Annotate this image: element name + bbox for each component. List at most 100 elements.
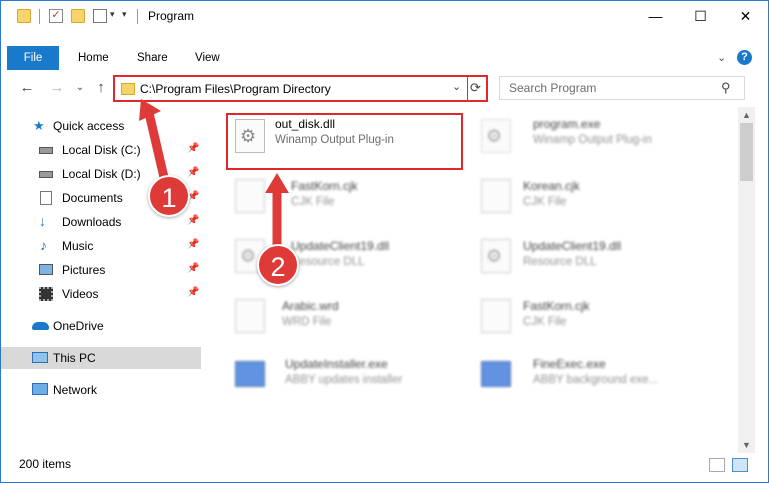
up-button[interactable]: ↑ xyxy=(91,77,111,99)
file-item[interactable]: program.exe Winamp Output Plug-in xyxy=(473,111,713,159)
sidebar-item-local-disk-c[interactable]: Local Disk (C:) 📌 xyxy=(1,139,201,161)
tab-file[interactable]: File xyxy=(7,46,59,70)
file-icon xyxy=(481,299,511,333)
address-path[interactable]: C:\Program Files\Program Directory xyxy=(140,82,331,96)
cloud-icon xyxy=(32,322,49,330)
address-bar[interactable]: C:\Program Files\Program Directory ⌄ ⟳ xyxy=(113,75,488,102)
help-icon[interactable]: ? xyxy=(737,50,752,65)
title-bar: ✓ ▾ ▾ Program — ☐ ✕ xyxy=(1,1,768,32)
vertical-scrollbar[interactable]: ▲ ▼ xyxy=(738,107,755,453)
back-button[interactable]: ← xyxy=(17,77,37,99)
pin-icon[interactable]: 📌 xyxy=(187,167,199,178)
dll-file-icon xyxy=(481,239,511,273)
drive-icon xyxy=(39,171,53,178)
expand-ribbon-icon[interactable]: ⌄ xyxy=(717,51,726,64)
new-folder-icon[interactable] xyxy=(71,9,85,23)
file-name: Arabic.wrd xyxy=(282,299,339,313)
search-icon[interactable]: ⚲ xyxy=(721,80,731,96)
tab-home[interactable]: Home xyxy=(78,46,109,70)
sidebar-item-label: Pictures xyxy=(62,263,106,277)
highlight-box xyxy=(226,113,463,170)
customize-toolbar-icon[interactable]: ▾ xyxy=(122,9,127,20)
file-name: FastKorn.cjk xyxy=(523,299,590,313)
download-icon: ↓ xyxy=(39,213,46,229)
pin-icon[interactable]: 📌 xyxy=(187,287,199,298)
search-box[interactable]: Search Program ⚲ xyxy=(499,76,745,100)
sidebar-item-pictures[interactable]: Pictures 📌 xyxy=(1,259,201,281)
folder-icon xyxy=(17,9,31,23)
scroll-thumb[interactable] xyxy=(740,123,753,181)
navigation-pane: ★ Quick access Local Disk (C:) 📌 Local D… xyxy=(1,109,201,454)
file-name: Korean.cjk xyxy=(523,179,580,193)
file-item[interactable]: Korean.cjk CJK File xyxy=(473,171,713,219)
file-type: ABBY background exe... xyxy=(533,374,659,386)
view-caret-icon[interactable]: ▾ xyxy=(110,9,115,20)
pictures-icon xyxy=(39,264,53,275)
callout-2: 2 xyxy=(257,244,299,286)
ribbon: File Home Share View ⌄ ? xyxy=(1,46,768,70)
file-name: UpdateClient19.dll xyxy=(291,239,390,253)
file-type: CJK File xyxy=(523,196,567,208)
file-icon xyxy=(235,179,265,213)
file-item[interactable]: Arabic.wrd WRD File xyxy=(227,291,467,339)
exe-file-icon xyxy=(481,119,511,153)
pin-icon[interactable]: 📌 xyxy=(187,239,199,250)
recent-locations-button[interactable]: ⌄ xyxy=(70,77,90,99)
search-input[interactable]: Search Program xyxy=(509,81,596,95)
view-options-icon[interactable] xyxy=(93,9,107,23)
refresh-icon[interactable]: ⟳ xyxy=(470,80,481,96)
close-button[interactable]: ✕ xyxy=(723,1,768,32)
file-name: UpdateInstaller.exe xyxy=(285,357,388,371)
sidebar-item-onedrive[interactable]: OneDrive xyxy=(1,315,201,337)
file-type: Winamp Output Plug-in xyxy=(533,134,652,146)
maximize-button[interactable]: ☐ xyxy=(678,1,723,32)
sidebar-item-network[interactable]: Network xyxy=(1,379,201,401)
file-type: WRD File xyxy=(282,316,332,328)
minimize-button[interactable]: — xyxy=(633,1,678,32)
file-item[interactable]: FastKorn.cjk CJK File xyxy=(227,171,467,219)
file-icon xyxy=(481,179,511,213)
exe-file-icon xyxy=(481,361,511,387)
sidebar-item-videos[interactable]: Videos 📌 xyxy=(1,283,201,305)
scroll-up-icon[interactable]: ▲ xyxy=(738,107,755,123)
file-name: FineExec.exe xyxy=(533,357,606,371)
file-item[interactable]: FastKorn.cjk CJK File xyxy=(473,291,713,339)
videos-icon xyxy=(39,287,53,301)
title-divider xyxy=(137,9,138,24)
sidebar-item-label: OneDrive xyxy=(53,319,104,333)
forward-button[interactable]: → xyxy=(47,77,67,99)
sidebar-item-this-pc[interactable]: This PC xyxy=(1,347,201,369)
pin-icon[interactable]: 📌 xyxy=(187,263,199,274)
file-name: UpdateClient19.dll xyxy=(523,239,622,253)
folder-icon xyxy=(121,83,135,95)
file-type: Resource DLL xyxy=(523,256,597,268)
sidebar-item-music[interactable]: ♪ Music 📌 xyxy=(1,235,201,257)
file-item[interactable]: UpdateInstaller.exe ABBY updates install… xyxy=(227,349,467,397)
drive-icon xyxy=(39,147,53,154)
sidebar-item-quick-access[interactable]: ★ Quick access xyxy=(1,115,201,137)
file-item[interactable]: UpdateClient19.dll Resource DLL xyxy=(473,231,713,279)
file-name: program.exe xyxy=(533,117,601,131)
properties-icon[interactable]: ✓ xyxy=(49,9,63,23)
file-item[interactable]: FineExec.exe ABBY background exe... xyxy=(473,349,713,397)
details-view-icon[interactable] xyxy=(709,458,725,472)
sidebar-item-label: Downloads xyxy=(62,215,122,229)
tab-share[interactable]: Share xyxy=(137,46,168,70)
address-dropdown-icon[interactable]: ⌄ xyxy=(452,80,461,93)
pin-icon[interactable]: 📌 xyxy=(187,215,199,226)
sidebar-item-label: Documents xyxy=(62,191,123,205)
scroll-down-icon[interactable]: ▼ xyxy=(738,437,755,453)
file-type: ABBY updates installer xyxy=(285,374,403,386)
file-type: CJK File xyxy=(523,316,567,328)
toolbar-divider xyxy=(39,9,40,24)
sidebar-item-label: This PC xyxy=(53,351,96,365)
pin-icon[interactable]: 📌 xyxy=(187,143,199,154)
window-title: Program xyxy=(148,9,195,23)
file-icon xyxy=(235,299,265,333)
tab-view[interactable]: View xyxy=(195,46,220,70)
large-icons-view-icon[interactable] xyxy=(732,458,748,472)
star-icon: ★ xyxy=(33,118,45,133)
explorer-window: ✓ ▾ ▾ Program — ☐ ✕ File Home Share View… xyxy=(0,0,769,483)
file-type: Resource DLL xyxy=(291,256,365,268)
address-divider xyxy=(467,77,468,100)
